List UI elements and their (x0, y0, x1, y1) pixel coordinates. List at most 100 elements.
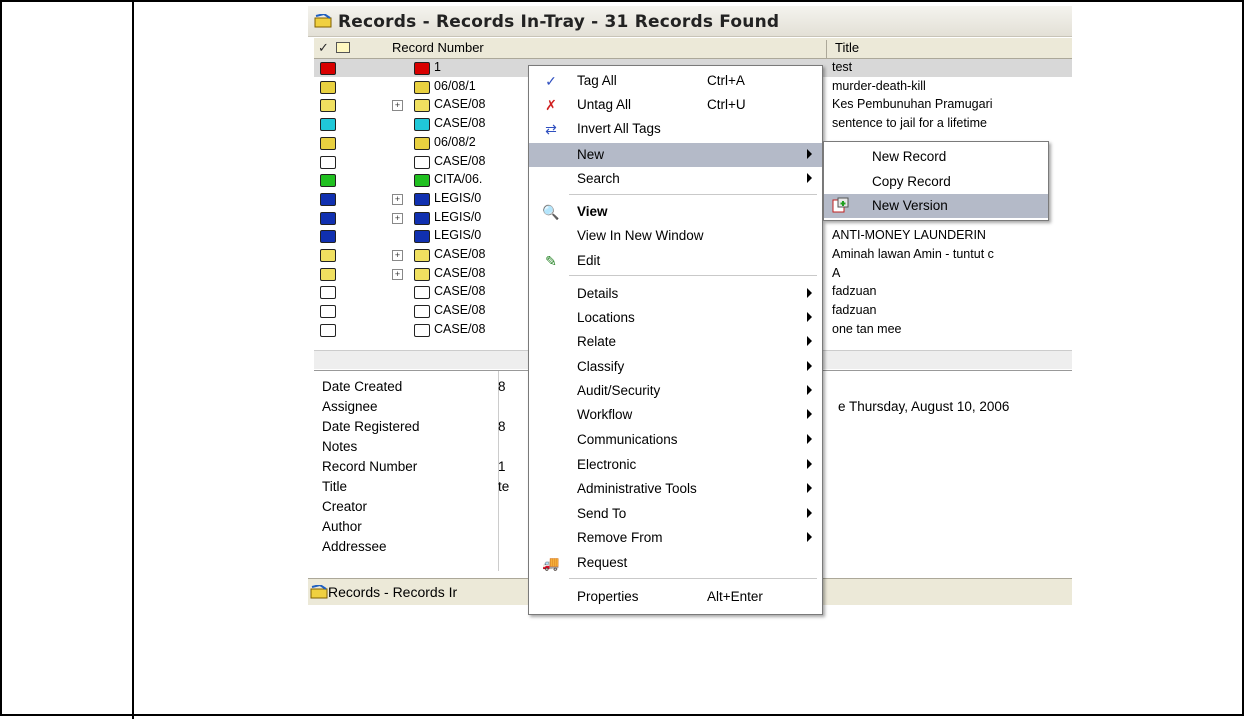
property-label: Addressee (322, 539, 387, 554)
record-type-icon (320, 230, 336, 244)
record-number: CASE/08 (434, 321, 486, 336)
submenu-item-copy-record[interactable]: Copy Record (824, 170, 1048, 194)
new-version-icon (832, 197, 850, 213)
record-type-icon (320, 286, 336, 300)
record-type-icon (320, 249, 336, 262)
menu-item-relate[interactable]: Relate (529, 330, 822, 354)
record-number: CASE/08 (434, 153, 486, 168)
records-tray-icon (314, 14, 332, 28)
menu-item-label: Electronic (577, 457, 637, 472)
record-type-icon (320, 136, 336, 150)
menu-item-label: View In New Window (577, 228, 704, 243)
submenu-item-new-version[interactable]: New Version (824, 194, 1048, 218)
menu-item-communications[interactable]: Communications (529, 428, 822, 452)
record-type-icon (320, 267, 336, 281)
window-titlebar: Records - Records In-Tray - 31 Records F… (308, 6, 1072, 37)
menu-item-details[interactable]: Details (529, 282, 822, 306)
submenu-arrow-icon (807, 459, 812, 469)
record-type-icon (414, 80, 430, 94)
menu-item-invert-all-tags[interactable]: ⇄ Invert All Tags (529, 117, 822, 141)
menu-item-administrative-tools[interactable]: Administrative Tools (529, 477, 822, 501)
property-label: Date Created (322, 379, 403, 394)
menu-item-view[interactable]: 🔍 View (529, 200, 822, 224)
record-type-icon (414, 118, 430, 132)
submenu-item-label: New Record (872, 149, 947, 164)
menu-item-untag-all[interactable]: ✗ Untag All Ctrl+U (529, 93, 822, 117)
invert-tags-icon: ⇄ (545, 121, 557, 137)
view-icon: 🔍 (542, 204, 560, 220)
menu-item-new[interactable]: New (529, 143, 822, 167)
menu-item-label: Communications (577, 432, 678, 447)
menu-item-electronic[interactable]: Electronic (529, 453, 822, 477)
record-title: murder-death-kill (832, 78, 926, 93)
menu-item-send-to[interactable]: Send To (529, 502, 822, 526)
menu-item-tag-all[interactable]: ✓ Tag All Ctrl+A (529, 69, 822, 93)
menu-item-classify[interactable]: Classify (529, 355, 822, 379)
list-header: ✓ Record Number Title (314, 38, 1072, 59)
expand-icon[interactable]: + (392, 250, 403, 261)
record-title: fadzuan (832, 284, 877, 299)
expand-icon[interactable]: + (392, 193, 403, 205)
expand-icon[interactable]: + (392, 268, 403, 280)
property-value: te (498, 479, 510, 494)
record-number: CASE/08 (434, 97, 486, 112)
record-type-icon (320, 305, 336, 319)
table-column-divider (132, 0, 134, 719)
record-title: Aminah lawan Amin - tuntut c (832, 247, 994, 261)
record-number-column-header[interactable]: Record Number (392, 40, 484, 55)
submenu-arrow-icon (807, 288, 812, 298)
title-column-header[interactable]: Title (826, 40, 859, 58)
record-type-icon (414, 211, 430, 225)
submenu-arrow-icon (807, 312, 812, 322)
menu-item-workflow[interactable]: Workflow (529, 403, 822, 427)
record-number: CASE/08 (434, 303, 486, 318)
submenu-arrow-icon (807, 434, 812, 444)
menu-item-audit-security[interactable]: Audit/Security (529, 379, 822, 403)
record-type-icon (414, 267, 430, 281)
menu-item-properties[interactable]: Properties Alt+Enter (529, 585, 822, 609)
menu-item-label: Relate (577, 334, 617, 349)
menu-item-shortcut: Alt+Enter (707, 589, 763, 604)
record-type-icon (414, 99, 430, 113)
record-number: CASE/08 (434, 284, 486, 299)
assignee-date-text: e Thursday, August 10, 2006 (838, 399, 1010, 414)
menu-item-remove-from[interactable]: Remove From (529, 526, 822, 550)
record-type-icon (320, 118, 336, 132)
menu-item-search[interactable]: Search (529, 167, 822, 191)
property-label: Author (322, 519, 362, 534)
property-value: 1 (498, 459, 506, 474)
record-number: CASE/08 (434, 247, 486, 261)
record-type-icon (414, 323, 430, 337)
submenu-arrow-icon (807, 385, 812, 395)
record-type-icon (320, 99, 336, 113)
menu-item-label: Search (577, 171, 620, 186)
menu-item-edit[interactable]: ✎ Edit (529, 249, 822, 273)
menu-separator (569, 194, 817, 195)
record-type-icon (414, 305, 430, 319)
record-type-icon (414, 249, 430, 262)
property-label: Creator (322, 499, 368, 514)
record-number: 06/08/1 (434, 78, 476, 93)
menu-item-label: Remove From (577, 530, 663, 545)
record-number: CITA/06. (434, 172, 483, 187)
property-value: 8 (498, 419, 506, 434)
menu-item-label: Properties (577, 589, 639, 604)
record-type-icon (414, 286, 430, 300)
menu-separator (569, 578, 817, 579)
submenu-arrow-icon (807, 483, 812, 493)
property-label: Assignee (322, 399, 378, 414)
expand-icon[interactable]: + (392, 212, 403, 224)
record-type-icon (320, 174, 336, 188)
menu-item-request[interactable]: 🚚 Request (529, 551, 822, 575)
menu-item-locations[interactable]: Locations (529, 306, 822, 330)
menu-item-shortcut: Ctrl+U (707, 97, 746, 112)
submenu-arrow-icon (807, 336, 812, 346)
menu-item-view-in-new-window[interactable]: View In New Window (529, 224, 822, 248)
context-menu: ✓ Tag All Ctrl+A ✗ Untag All Ctrl+U ⇄ Invert Al… (528, 65, 823, 615)
submenu-item-new-record[interactable]: New Record (824, 145, 1048, 169)
tag-column-header[interactable]: ✓ (318, 40, 329, 56)
menu-item-label: Send To (577, 506, 627, 521)
expand-icon[interactable]: + (392, 100, 403, 112)
menu-item-label: Administrative Tools (577, 481, 697, 496)
record-number: LEGIS/0 (434, 190, 482, 205)
